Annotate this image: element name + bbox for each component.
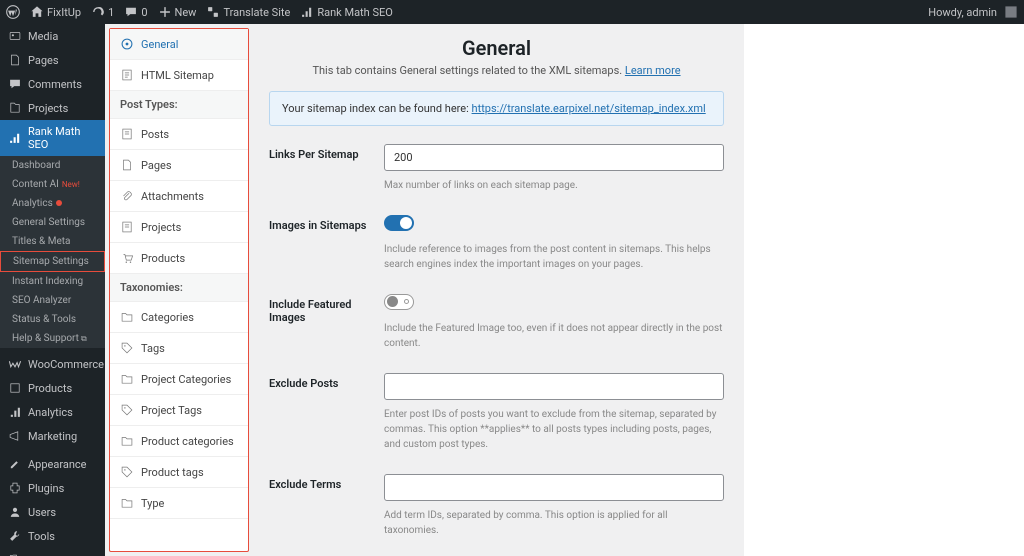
sitemap-notice: Your sitemap index can be found here: ht… — [269, 91, 724, 126]
submenu-content-ai[interactable]: Content AINew! — [0, 175, 105, 194]
include-featured-label: Include Featured Images — [269, 294, 384, 351]
submenu-general-settings[interactable]: General Settings — [0, 213, 105, 232]
external-link-icon: ⧉ — [81, 334, 87, 343]
menu-appearance[interactable]: Appearance — [0, 452, 105, 476]
admin-bar: FixItUp 1 0 New Translate Site Rank Math… — [0, 0, 1024, 24]
site-name-link[interactable]: FixItUp — [30, 5, 81, 19]
exclude-posts-input[interactable] — [384, 373, 724, 400]
menu-rankmath[interactable]: Rank Math SEO — [0, 120, 105, 156]
submenu-analytics[interactable]: Analytics — [0, 194, 105, 213]
sitemap-url-link[interactable]: https://translate.earpixel.net/sitemap_i… — [472, 102, 706, 115]
settings-content: General This tab contains General settin… — [249, 24, 744, 556]
tab-categories[interactable]: Categories — [110, 302, 248, 333]
menu-projects[interactable]: Projects — [0, 96, 105, 120]
submenu-instant-indexing[interactable]: Instant Indexing — [0, 272, 105, 291]
translate-link[interactable]: Translate Site — [206, 5, 290, 19]
menu-settings[interactable]: Settings — [0, 548, 105, 556]
tab-pages[interactable]: Pages — [110, 150, 248, 181]
howdy-link[interactable]: Howdy, admin — [928, 5, 1018, 19]
menu-users[interactable]: Users — [0, 500, 105, 524]
settings-tabs-panel: General HTML Sitemap Post Types: Posts P… — [109, 28, 249, 552]
exclude-terms-label: Exclude Terms — [269, 474, 384, 538]
comments-link[interactable]: 0 — [124, 5, 147, 19]
menu-tools[interactable]: Tools — [0, 524, 105, 548]
menu-pages[interactable]: Pages — [0, 48, 105, 72]
submenu-help-support[interactable]: Help & Support⧉ — [0, 329, 105, 348]
tab-type[interactable]: Type — [110, 488, 248, 519]
include-featured-toggle[interactable] — [384, 294, 414, 310]
page-subtitle: This tab contains General settings relat… — [269, 64, 724, 77]
exclude-terms-help: Add term IDs, separated by comma. This o… — [384, 508, 724, 538]
wp-logo[interactable] — [6, 5, 20, 19]
tab-project-categories[interactable]: Project Categories — [110, 364, 248, 395]
post-types-header: Post Types: — [110, 91, 248, 119]
tab-project-tags[interactable]: Project Tags — [110, 395, 248, 426]
notification-dot-icon — [56, 200, 62, 206]
tab-html-sitemap[interactable]: HTML Sitemap — [110, 60, 248, 91]
learn-more-link[interactable]: Learn more — [625, 64, 681, 77]
tab-tags[interactable]: Tags — [110, 333, 248, 364]
links-per-sitemap-input[interactable] — [384, 144, 724, 171]
exclude-terms-input[interactable] — [384, 474, 724, 501]
tab-products[interactable]: Products — [110, 243, 248, 274]
page-title: General — [269, 36, 724, 60]
images-in-sitemaps-label: Images in Sitemaps — [269, 215, 384, 272]
tab-projects[interactable]: Projects — [110, 212, 248, 243]
menu-woocommerce[interactable]: WooCommerce — [0, 352, 105, 376]
submenu-dashboard[interactable]: Dashboard — [0, 156, 105, 175]
menu-media[interactable]: Media — [0, 24, 105, 48]
rankmath-submenu: Dashboard Content AINew! Analytics Gener… — [0, 156, 105, 348]
right-gutter — [744, 24, 1024, 556]
images-in-sitemaps-toggle[interactable] — [384, 215, 414, 231]
include-featured-help: Include the Featured Image too, even if … — [384, 321, 724, 351]
tab-product-categories[interactable]: Product categories — [110, 426, 248, 457]
links-per-sitemap-help: Max number of links on each sitemap page… — [384, 178, 724, 193]
menu-plugins[interactable]: Plugins — [0, 476, 105, 500]
wp-admin-sidebar: Media Pages Comments Projects Rank Math … — [0, 24, 105, 556]
updates-link[interactable]: 1 — [91, 5, 114, 19]
menu-products[interactable]: Products — [0, 376, 105, 400]
exclude-posts-label: Exclude Posts — [269, 373, 384, 452]
submenu-sitemap-settings[interactable]: Sitemap Settings — [0, 251, 105, 272]
tab-posts[interactable]: Posts — [110, 119, 248, 150]
menu-analytics[interactable]: Analytics — [0, 400, 105, 424]
exclude-posts-help: Enter post IDs of posts you want to excl… — [384, 407, 724, 452]
submenu-status-tools[interactable]: Status & Tools — [0, 310, 105, 329]
menu-comments[interactable]: Comments — [0, 72, 105, 96]
new-link[interactable]: New — [158, 5, 197, 19]
submenu-titles-meta[interactable]: Titles & Meta — [0, 232, 105, 251]
tab-product-tags[interactable]: Product tags — [110, 457, 248, 488]
rankmath-link[interactable]: Rank Math SEO — [300, 5, 392, 19]
tab-attachments[interactable]: Attachments — [110, 181, 248, 212]
tab-general[interactable]: General — [110, 29, 248, 60]
taxonomies-header: Taxonomies: — [110, 274, 248, 302]
submenu-seo-analyzer[interactable]: SEO Analyzer — [0, 291, 105, 310]
images-in-sitemaps-help: Include reference to images from the pos… — [384, 242, 724, 272]
menu-marketing[interactable]: Marketing — [0, 424, 105, 448]
links-per-sitemap-label: Links Per Sitemap — [269, 144, 384, 193]
